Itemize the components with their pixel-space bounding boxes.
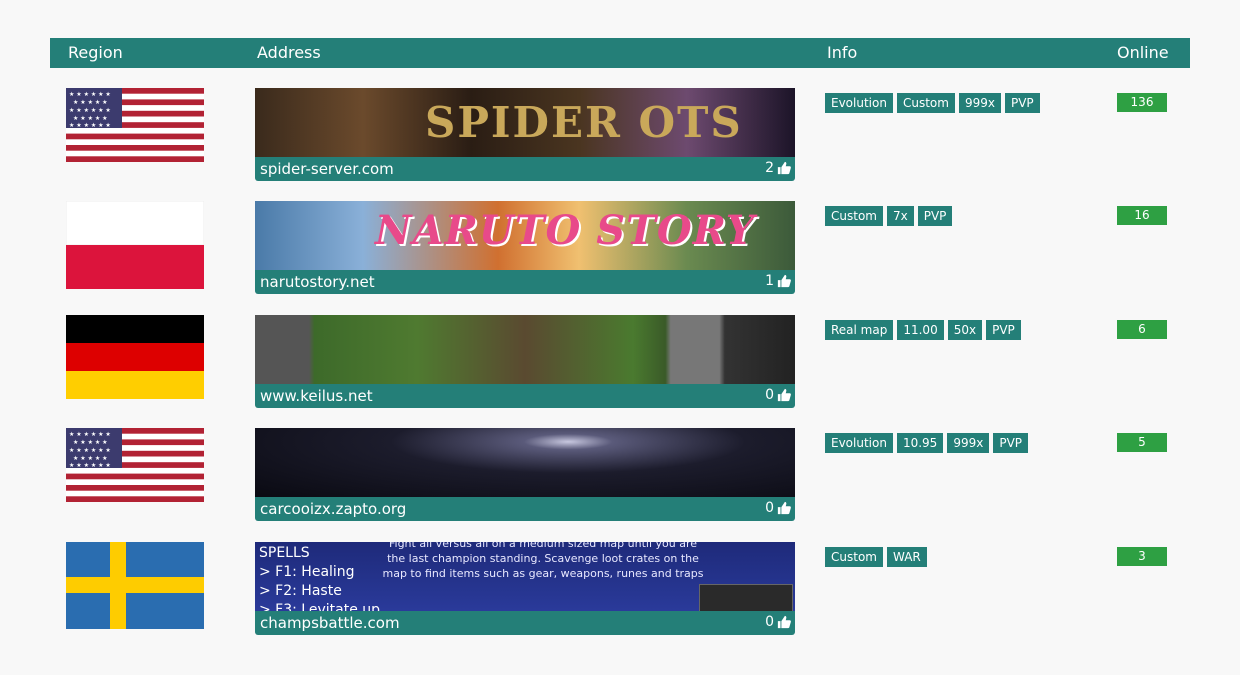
- banner-image: [255, 428, 795, 497]
- column-header-address[interactable]: Address: [257, 43, 321, 62]
- svg-text:★ ★ ★ ★ ★ ★: ★ ★ ★ ★ ★ ★: [69, 91, 111, 98]
- column-header-region[interactable]: Region: [68, 43, 123, 62]
- banner-caption: Fight all versus all on a medium sized m…: [382, 542, 704, 580]
- server-address-link[interactable]: champsbattle.com: [260, 614, 400, 632]
- server-address-link[interactable]: spider-server.com: [260, 160, 394, 178]
- server-row[interactable]: ★ ★ ★ ★ ★ ★ ★ ★ ★ ★ ★ ★ ★ ★ ★ ★ ★ ★ ★ ★ ★ …: [0, 428, 1240, 523]
- tag[interactable]: 7x: [886, 206, 914, 226]
- server-tags: Evolution Custom 999x PVP: [825, 93, 1040, 113]
- tag[interactable]: Evolution: [825, 93, 893, 113]
- like-count: 0: [765, 500, 774, 516]
- svg-text:★ ★ ★ ★ ★ ★: ★ ★ ★ ★ ★ ★: [69, 122, 111, 129]
- like-counter[interactable]: 0: [765, 500, 791, 516]
- server-tags: Evolution 10.95 999x PVP: [825, 433, 1029, 453]
- server-banner[interactable]: SPIDER OTS spider-server.com 2: [255, 88, 795, 181]
- server-address-link[interactable]: carcooizx.zapto.org: [260, 500, 406, 518]
- server-tags: Custom 7x PVP: [825, 206, 953, 226]
- banner-image: SPIDER OTS: [255, 88, 795, 157]
- server-banner[interactable]: carcooizx.zapto.org 0: [255, 428, 795, 521]
- thumbs-up-icon: [777, 388, 791, 402]
- server-row[interactable]: NARUTO STORY narutostory.net 1 Custom 7x…: [0, 201, 1240, 296]
- online-count: 6: [1117, 320, 1167, 339]
- tag[interactable]: PVP: [917, 206, 953, 226]
- tag[interactable]: PVP: [1004, 93, 1040, 113]
- tag[interactable]: Custom: [825, 206, 883, 226]
- banner-image: [255, 315, 795, 384]
- tag[interactable]: Custom: [896, 93, 955, 113]
- server-banner[interactable]: NARUTO STORY narutostory.net 1: [255, 201, 795, 294]
- tag[interactable]: WAR: [886, 547, 927, 567]
- like-counter[interactable]: 0: [765, 614, 791, 630]
- svg-text:★ ★ ★ ★ ★: ★ ★ ★ ★ ★: [73, 455, 108, 462]
- tag[interactable]: Evolution: [825, 433, 893, 453]
- usa-flag-icon: ★ ★ ★ ★ ★ ★★ ★ ★ ★ ★ ★ ★ ★ ★ ★ ★★ ★ ★ ★ …: [66, 428, 204, 502]
- poland-flag-icon: [66, 201, 204, 289]
- tag[interactable]: 10.95: [896, 433, 944, 453]
- server-tags: Custom WAR: [825, 547, 927, 567]
- banner-image: SPELLS > F1: Healing > F2: Haste > F3: L…: [255, 542, 795, 611]
- online-count: 5: [1117, 433, 1167, 452]
- tag[interactable]: PVP: [986, 320, 1021, 340]
- column-header-info[interactable]: Info: [827, 43, 857, 62]
- banner-image: NARUTO STORY: [255, 201, 795, 270]
- table-header: Region Address Info Online: [50, 38, 1190, 68]
- sweden-flag-icon: [66, 542, 204, 629]
- svg-text:★ ★ ★ ★ ★: ★ ★ ★ ★ ★: [73, 439, 108, 446]
- tag[interactable]: Real map: [825, 320, 894, 340]
- online-count: 16: [1117, 206, 1167, 225]
- tag[interactable]: 999x: [958, 93, 1001, 113]
- server-row[interactable]: ★ ★ ★ ★ ★ ★ ★ ★ ★ ★ ★ ★ ★ ★ ★ ★ ★ ★ ★ ★ ★ …: [0, 88, 1240, 183]
- like-count: 1: [765, 273, 774, 289]
- svg-text:★ ★ ★ ★ ★ ★: ★ ★ ★ ★ ★ ★: [69, 107, 111, 114]
- tag[interactable]: 50x: [947, 320, 983, 340]
- svg-text:★ ★ ★ ★ ★ ★: ★ ★ ★ ★ ★ ★: [69, 431, 111, 438]
- tag[interactable]: Custom: [825, 547, 883, 567]
- server-row[interactable]: www.keilus.net 0 Real map 11.00 50x PVP …: [0, 315, 1240, 410]
- column-header-online[interactable]: Online: [1117, 43, 1169, 62]
- thumbs-up-icon: [777, 274, 791, 288]
- online-count: 136: [1117, 93, 1167, 112]
- like-counter[interactable]: 0: [765, 387, 791, 403]
- banner-spell-list: SPELLS > F1: Healing > F2: Haste > F3: L…: [259, 545, 381, 611]
- usa-flag-icon: ★ ★ ★ ★ ★ ★★ ★ ★ ★ ★ ★ ★ ★ ★ ★ ★★ ★ ★ ★ …: [66, 88, 204, 162]
- banner-title: NARUTO STORY: [375, 207, 756, 254]
- server-banner[interactable]: SPELLS > F1: Healing > F2: Haste > F3: L…: [255, 542, 795, 635]
- server-banner[interactable]: www.keilus.net 0: [255, 315, 795, 408]
- like-count: 0: [765, 387, 774, 403]
- banner-minimap: [699, 584, 793, 611]
- like-count: 0: [765, 614, 774, 630]
- server-tags: Real map 11.00 50x PVP: [825, 320, 1021, 340]
- server-address-link[interactable]: narutostory.net: [260, 273, 375, 291]
- thumbs-up-icon: [777, 615, 791, 629]
- server-row[interactable]: SPELLS > F1: Healing > F2: Haste > F3: L…: [0, 542, 1240, 637]
- svg-text:★ ★ ★ ★ ★: ★ ★ ★ ★ ★: [73, 99, 108, 106]
- online-count: 3: [1117, 547, 1167, 566]
- like-count: 2: [765, 160, 774, 176]
- server-address-link[interactable]: www.keilus.net: [260, 387, 373, 405]
- tag[interactable]: PVP: [993, 433, 1029, 453]
- svg-text:★ ★ ★ ★ ★ ★: ★ ★ ★ ★ ★ ★: [69, 462, 111, 469]
- germany-flag-icon: [66, 315, 204, 399]
- svg-text:★ ★ ★ ★ ★ ★: ★ ★ ★ ★ ★ ★: [69, 447, 111, 454]
- banner-title: SPIDER OTS: [425, 98, 743, 147]
- thumbs-up-icon: [777, 501, 791, 515]
- svg-text:★ ★ ★ ★ ★: ★ ★ ★ ★ ★: [73, 115, 108, 122]
- tag[interactable]: 999x: [947, 433, 990, 453]
- thumbs-up-icon: [777, 161, 791, 175]
- like-counter[interactable]: 2: [765, 160, 791, 176]
- like-counter[interactable]: 1: [765, 273, 791, 289]
- tag[interactable]: 11.00: [897, 320, 944, 340]
